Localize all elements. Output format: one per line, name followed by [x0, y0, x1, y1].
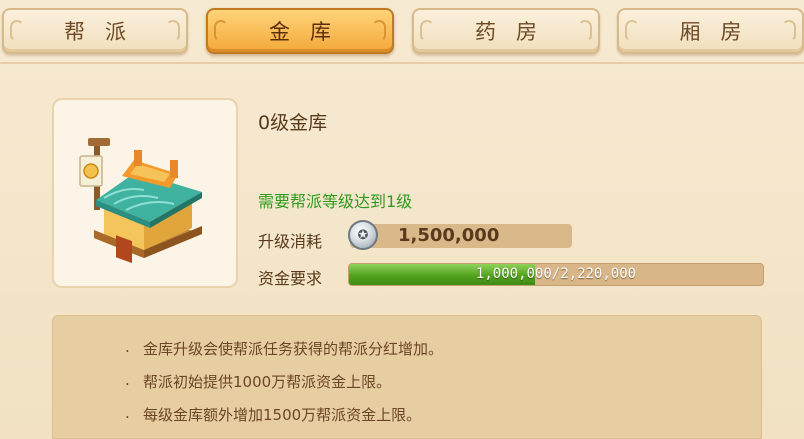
tab-ornament — [372, 20, 386, 42]
tab-label: 厢房 — [679, 20, 762, 44]
tab-label: 帮派 — [64, 20, 146, 44]
fund-progress-text: 1,000,000/2,220,000 — [475, 266, 637, 282]
tab-ornament — [420, 20, 434, 42]
tab-guild[interactable]: 帮派 — [2, 8, 188, 54]
silver-coin-icon: ✪ — [348, 220, 378, 250]
tab-ornament — [214, 20, 228, 42]
fund-progress-bar: 1,000,000/2,220,000 — [348, 263, 764, 286]
tab-ornament — [578, 20, 592, 42]
description-panel: . 金库升级会使帮派任务获得的帮派分红增加。 . 帮派初始提供1000万帮派资金… — [52, 315, 762, 439]
description-text: 金库升级会使帮派任务获得的帮派分红增加。 — [143, 340, 444, 358]
tab-ornament — [625, 20, 639, 42]
upgrade-cost-value: 1,500,000 — [398, 225, 500, 246]
tab-bar: 帮派 金库 药房 厢房 — [0, 8, 804, 60]
tab-ornament — [782, 20, 796, 42]
description-item: . 金库升级会使帮派任务获得的帮派分红增加。 — [125, 338, 444, 359]
fund-requirement-label: 资金要求 — [258, 269, 323, 288]
bullet: . — [125, 404, 130, 422]
tab-ornament — [10, 20, 24, 42]
description-item: . 每级金库额外增加1500万帮派资金上限。 — [125, 404, 422, 425]
tab-pharmacy[interactable]: 药房 — [412, 8, 600, 54]
description-item: . 帮派初始提供1000万帮派资金上限。 — [125, 371, 392, 392]
description-text: 每级金库额外增加1500万帮派资金上限。 — [143, 406, 422, 424]
building-title: 0级金库 — [258, 112, 328, 134]
upgrade-cost-label: 升级消耗 — [258, 232, 323, 251]
upgrade-cost-bar: ✪ 1,500,000 — [348, 220, 572, 250]
bullet: . — [125, 338, 130, 356]
tab-treasury[interactable]: 金库 — [206, 8, 394, 54]
tab-wing-room[interactable]: 厢房 — [617, 8, 804, 54]
tab-divider — [0, 62, 804, 64]
treasury-building-icon — [79, 138, 202, 264]
tab-label: 金库 — [269, 20, 351, 44]
guild-building-panel: 帮派 金库 药房 厢房 0级金库 需要帮派等级达到1级 升级消耗 ✪ 1,500… — [0, 0, 804, 439]
description-text: 帮派初始提供1000万帮派资金上限。 — [143, 373, 392, 391]
tab-label: 药房 — [475, 20, 557, 44]
building-thumbnail-frame — [52, 98, 238, 288]
tab-ornament — [166, 20, 180, 42]
bullet: . — [125, 371, 130, 389]
level-requirement: 需要帮派等级达到1级 — [258, 192, 413, 211]
